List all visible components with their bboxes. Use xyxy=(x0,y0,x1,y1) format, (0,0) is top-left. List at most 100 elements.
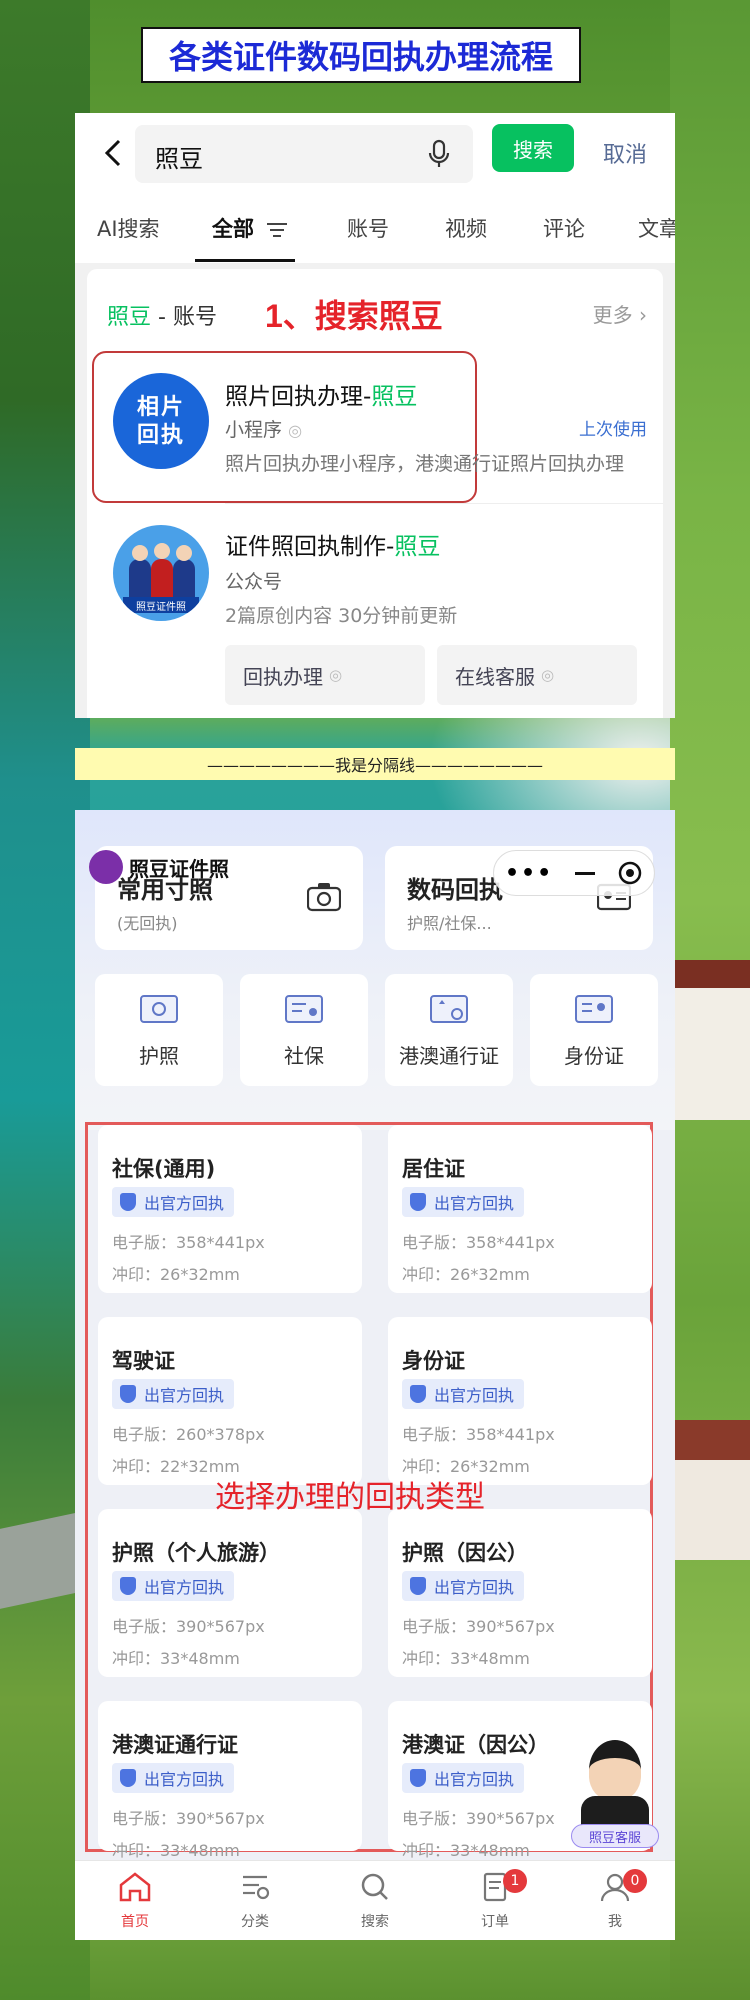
social-security-icon xyxy=(285,995,323,1023)
avatar-line-1: 相片 xyxy=(136,394,185,419)
more-label: 更多 xyxy=(592,303,633,327)
avatar-head xyxy=(176,545,192,561)
verified-icon: ◎ xyxy=(288,421,303,440)
nav-profile[interactable]: 我 0 xyxy=(555,1869,675,1931)
miniprogram-capsule: ••• xyxy=(493,850,655,896)
search-tabs: AI搜索 全部 账号 视频 评论 文章 xyxy=(75,193,675,263)
section-rest: - 账号 xyxy=(151,305,217,330)
avatar-head xyxy=(132,545,148,561)
nav-orders[interactable]: 订单 1 xyxy=(435,1869,555,1931)
cancel-button[interactable]: 取消 xyxy=(603,137,647,169)
doc-electronic-size: 电子版：390*567px xyxy=(112,1809,265,1828)
miniprogram-title[interactable]: 照片回执办理-照豆 xyxy=(225,377,417,411)
card-sub: 护照/社保... xyxy=(407,914,492,933)
more-link[interactable]: 更多 › xyxy=(593,299,647,328)
travel-permit-icon xyxy=(430,995,468,1023)
receipt-service-button[interactable]: 回执办理 ◎ xyxy=(225,645,425,705)
tab-article[interactable]: 文章 xyxy=(638,213,675,243)
tab-comment[interactable]: 评论 xyxy=(543,213,585,243)
doc-card-driver-license[interactable]: 驾驶证 出官方回执 电子版：260*378px 冲印：22*32mm xyxy=(98,1317,362,1485)
id-card-icon xyxy=(575,995,613,1023)
doc-name: 驾驶证 xyxy=(112,1349,175,1373)
back-button[interactable] xyxy=(95,135,131,171)
title-keyword: 照豆 xyxy=(371,384,418,410)
nav-label: 我 xyxy=(608,1914,622,1930)
title-prefix: 照片回执办理- xyxy=(225,384,372,410)
category-social-security[interactable]: 社保 xyxy=(240,974,368,1086)
category-id-card[interactable]: 身份证 xyxy=(530,974,658,1086)
nav-search[interactable]: 搜索 xyxy=(315,1871,435,1931)
official-receipt-badge: 出官方回执 xyxy=(402,1187,525,1217)
home-icon xyxy=(119,1872,151,1902)
background-house-2 xyxy=(674,1420,750,1560)
official-receipt-badge: 出官方回执 xyxy=(402,1379,525,1409)
tab-underline xyxy=(195,259,295,262)
doc-name: 护照（因公） xyxy=(402,1541,528,1565)
official-account-avatar[interactable]: 照豆证件照 xyxy=(113,525,209,621)
nav-category[interactable]: 分类 xyxy=(195,1871,315,1931)
customer-service-widget[interactable]: 照豆客服 xyxy=(571,1740,659,1850)
doc-card-hk-macau-permit[interactable]: 港澳证通行证 出官方回执 电子版：390*567px 冲印：33*48mm xyxy=(98,1701,362,1860)
tab-account[interactable]: 账号 xyxy=(347,213,389,243)
official-account-title[interactable]: 证件照回执制作-照豆 xyxy=(225,527,440,561)
nav-label: 搜索 xyxy=(361,1914,389,1930)
search-input[interactable]: 照豆 xyxy=(135,125,473,183)
official-account-desc: 2篇原创内容 30分钟前更新 xyxy=(225,605,458,627)
doc-print-size: 冲印：33*48mm xyxy=(402,1649,530,1668)
brand-header: 照豆证件照 xyxy=(89,850,229,884)
close-target-icon[interactable] xyxy=(617,860,643,886)
title-keyword: 照豆 xyxy=(394,534,441,560)
avatar-head xyxy=(154,543,170,559)
link-icon: ◎ xyxy=(541,666,555,684)
separator-line: ————————我是分隔线———————— xyxy=(75,748,675,780)
doc-card-social-security[interactable]: 社保(通用) 出官方回执 电子版：358*441px 冲印：26*32mm xyxy=(98,1125,362,1293)
category-hk-macau-permit[interactable]: 港澳通行证 xyxy=(385,974,513,1086)
doc-card-passport-personal[interactable]: 护照（个人旅游） 出官方回执 电子版：390*567px 冲印：33*48mm xyxy=(98,1509,362,1677)
brand-logo xyxy=(89,850,123,884)
type-label: 小程序 xyxy=(225,419,283,441)
doc-card-passport-official[interactable]: 护照（因公） 出官方回执 电子版：390*567px 冲印：33*48mm xyxy=(388,1509,652,1677)
tab-video[interactable]: 视频 xyxy=(445,213,487,243)
minimize-icon[interactable] xyxy=(575,871,596,875)
official-account-type: 公众号 xyxy=(225,571,283,593)
search-button[interactable]: 搜索 xyxy=(492,124,574,172)
button-label: 回执办理 xyxy=(243,664,323,689)
official-receipt-badge: 出官方回执 xyxy=(112,1379,235,1409)
category-label: 护照 xyxy=(139,1044,179,1068)
official-receipt-badge: 出官方回执 xyxy=(402,1571,525,1601)
doc-print-size: 冲印：33*48mm xyxy=(402,1841,530,1860)
background-house xyxy=(674,960,750,1120)
wechat-search-panel: 照豆 搜索 取消 AI搜索 全部 账号 视频 评论 文章 照豆 - 账号 1、搜… xyxy=(75,113,675,718)
last-used-badge: 上次使用 xyxy=(579,420,647,440)
doc-name: 港澳证（因公） xyxy=(402,1733,549,1757)
profile-count-badge: 0 xyxy=(623,1869,647,1893)
miniprogram-avatar[interactable]: 相片 回执 xyxy=(113,373,209,469)
microphone-icon[interactable] xyxy=(425,139,453,169)
service-avatar xyxy=(589,1740,641,1800)
tab-all[interactable]: 全部 xyxy=(212,213,254,243)
button-label: 在线客服 xyxy=(455,664,535,689)
doc-card-residence-permit[interactable]: 居住证 出官方回执 电子版：358*441px 冲印：26*32mm xyxy=(388,1125,652,1293)
nav-label: 首页 xyxy=(121,1914,149,1930)
doc-electronic-size: 电子版：390*567px xyxy=(112,1617,265,1636)
category-passport[interactable]: 护照 xyxy=(95,974,223,1086)
banner-title: 各类证件数码回执办理流程 xyxy=(168,39,553,75)
online-service-button[interactable]: 在线客服 ◎ xyxy=(437,645,637,705)
section-keyword: 照豆 xyxy=(107,305,152,330)
chevron-left-icon xyxy=(104,139,121,167)
doc-card-id-card[interactable]: 身份证 出官方回执 电子版：358*441px 冲印：26*32mm xyxy=(388,1317,652,1485)
link-icon: ◎ xyxy=(329,666,343,684)
results-section-title: 照豆 - 账号 xyxy=(107,299,217,331)
divider xyxy=(225,503,663,504)
doc-electronic-size: 电子版：358*441px xyxy=(112,1233,265,1252)
more-dots-icon[interactable]: ••• xyxy=(505,861,553,886)
search-icon xyxy=(361,1873,388,1900)
bottom-nav: 首页 分类 搜索 订单 1 我 0 xyxy=(75,1860,675,1940)
filter-icon[interactable] xyxy=(267,223,287,237)
tab-ai-search[interactable]: AI搜索 xyxy=(97,213,160,243)
doc-print-size: 冲印：33*48mm xyxy=(112,1649,240,1668)
nav-home[interactable]: 首页 xyxy=(75,1871,195,1931)
official-receipt-badge: 出官方回执 xyxy=(112,1571,235,1601)
doc-electronic-size: 电子版：390*567px xyxy=(402,1617,555,1636)
avatar-caption: 照豆证件照 xyxy=(123,597,199,613)
